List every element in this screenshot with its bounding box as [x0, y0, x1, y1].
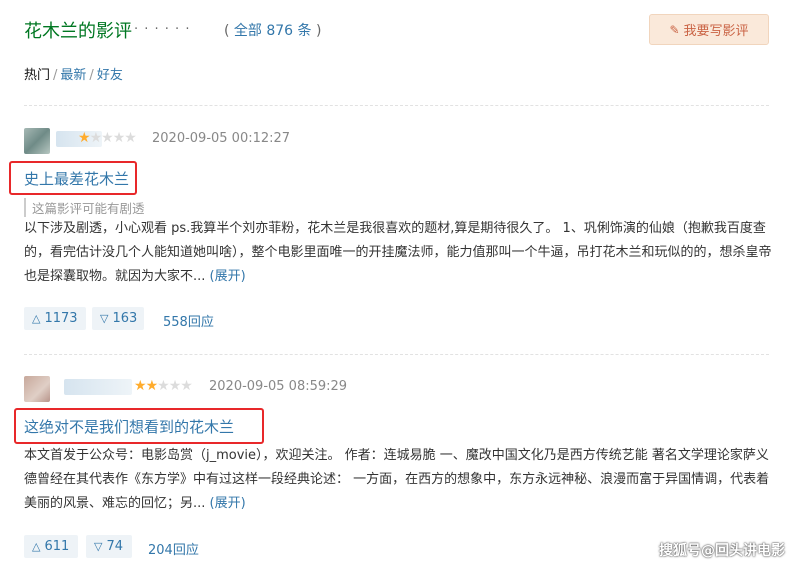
downvote-button[interactable]: ▽ 74 — [86, 535, 132, 558]
star-filled-icon: ★ — [78, 130, 91, 146]
avatar[interactable] — [24, 128, 50, 154]
upvote-button[interactable]: △ 1173 — [24, 307, 86, 330]
reply-count-link[interactable]: 558回应 — [163, 311, 214, 330]
upvote-button[interactable]: △ 611 — [24, 535, 78, 558]
star-empty-icon: ★ — [157, 378, 170, 394]
sort-latest[interactable]: 最新 — [60, 68, 86, 83]
star-filled-icon: ★ — [145, 378, 159, 394]
review-item: ★★★★★ 2020-09-05 00:12:27 史上最差花木兰 这篇影评可能… — [9, 128, 772, 338]
sort-nav: 热门 / 最新 / 好友 — [24, 68, 123, 83]
rating-stars: ★★★★★ — [78, 130, 137, 146]
star-empty-icon: ★ — [124, 130, 137, 146]
thumb-down-icon: ▽ — [94, 540, 103, 553]
thumb-up-icon: △ — [32, 540, 41, 553]
avatar[interactable] — [24, 376, 50, 402]
star-filled-icon: ★ — [134, 378, 147, 394]
thumb-down-icon: ▽ — [100, 312, 109, 325]
divider — [24, 354, 769, 355]
sort-friends[interactable]: 好友 — [97, 68, 123, 83]
star-empty-icon: ★ — [168, 378, 182, 394]
star-empty-icon: ★ — [89, 130, 103, 146]
all-reviews-link[interactable]: 全部 876 条 — [234, 23, 312, 39]
write-review-button[interactable]: ✎ 我要写影评 — [649, 14, 769, 45]
rating-stars: ★★★★★ — [134, 378, 193, 394]
review-time: 2020-09-05 08:59:29 — [209, 379, 348, 394]
star-empty-icon: ★ — [180, 378, 193, 394]
expand-link[interactable]: (展开) — [210, 269, 246, 284]
review-excerpt: 以下涉及剧透，小心观看 ps.我算半个刘亦菲粉，花木兰是我很喜欢的题材,算是期待… — [24, 221, 772, 284]
review-time: 2020-09-05 00:12:27 — [152, 131, 291, 146]
star-empty-icon: ★ — [101, 130, 114, 146]
watermark: 搜狐号@回头讲电影 — [659, 543, 785, 559]
star-empty-icon: ★ — [112, 130, 126, 146]
spoiler-notice: 这篇影评可能有剧透 — [24, 198, 145, 217]
review-title[interactable]: 史上最差花木兰 — [24, 168, 129, 189]
review-title[interactable]: 这绝对不是我们想看到的花木兰 — [24, 416, 234, 437]
thumb-up-icon: △ — [32, 312, 41, 325]
title-dots: · · · · · · — [134, 22, 191, 37]
total-count: ( 全部 876 条 ) — [224, 23, 322, 39]
expand-link[interactable]: (展开) — [210, 496, 246, 511]
username-blurred[interactable] — [64, 379, 132, 395]
header: 花木兰的影评 · · · · · · ( 全部 876 条 ) ✎ 我要写影评 — [24, 14, 769, 46]
review-excerpt: 本文首发于公众号：电影岛赏（j_movie），欢迎关注。 作者：连城易脆 一、魔… — [24, 448, 770, 511]
page-title: 花木兰的影评 — [24, 21, 132, 42]
reply-count-link[interactable]: 204回应 — [148, 539, 199, 558]
divider — [24, 105, 769, 106]
review-item: ★★★★★ 2020-09-05 08:59:29 这绝对不是我们想看到的花木兰… — [14, 376, 770, 566]
write-review-label: 我要写影评 — [683, 24, 749, 39]
downvote-button[interactable]: ▽ 163 — [92, 307, 144, 330]
pen-icon: ✎ — [669, 22, 680, 37]
sort-hot[interactable]: 热门 — [24, 68, 50, 83]
